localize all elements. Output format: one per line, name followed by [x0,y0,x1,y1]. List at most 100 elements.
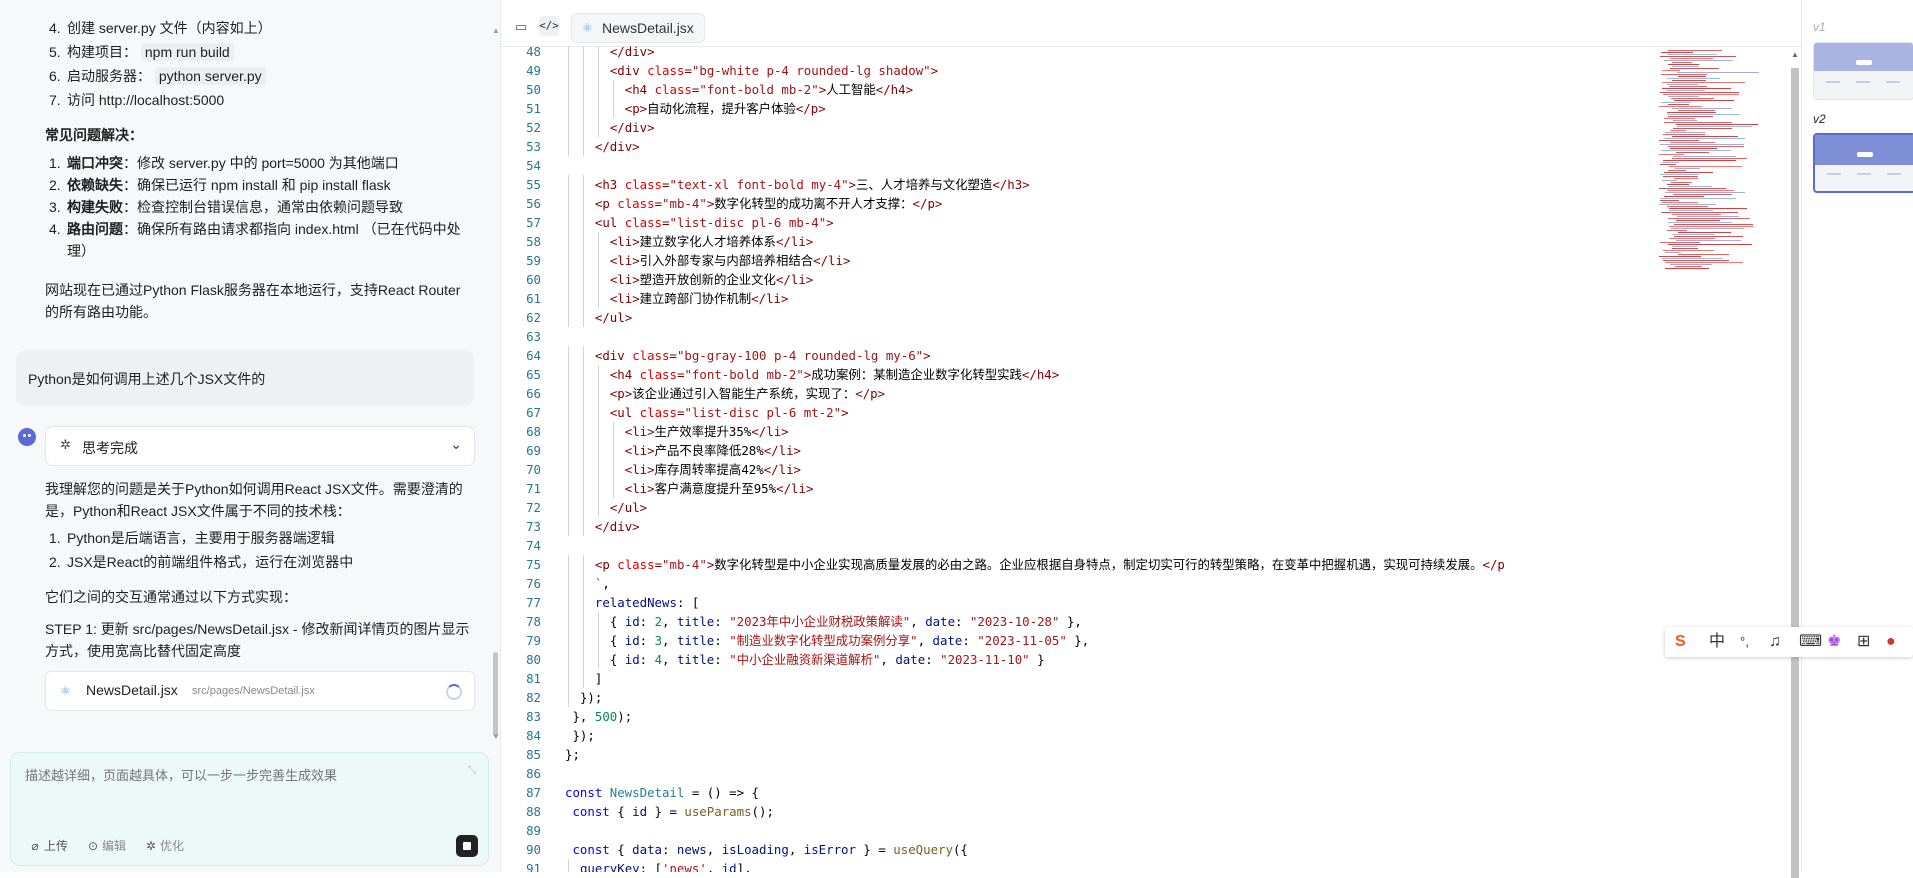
code-line[interactable]: 53 </div> [501,137,640,156]
code-line[interactable]: 50 <h4 class="font-bold mb-2">人工智能</h4> [501,80,913,99]
code-token: </div> [609,120,655,135]
code-line[interactable]: 52 </div> [501,118,655,137]
code-line[interactable]: 86 [501,764,565,783]
scrollbar-thumb[interactable] [1791,68,1799,878]
indent-guide [582,422,584,441]
chevron-down-icon[interactable]: ⌄ [450,436,462,453]
code-token: = [654,557,663,572]
code-area[interactable]: 48 </div> 49 <div class="bg-white p-4 round… [501,46,1801,872]
code-token: { [609,614,625,629]
code-line[interactable]: 57 <ul class="list-disc pl-6 mb-4"> [501,213,834,232]
code-line[interactable]: 84 }); [501,726,595,745]
code-line[interactable]: 49 <div class="bg-white p-4 rounded-lg sh… [501,61,938,80]
scroll-down-icon[interactable]: ▼ [492,732,500,741]
code-line[interactable]: 85}; [501,745,580,764]
code-line[interactable]: 80 { id: 4, title: "中小企业融资新渠道解析", date: "… [501,650,1045,669]
faq-heading: 常见问题解决： [45,127,143,143]
code-line[interactable]: 73 </div> [501,517,640,536]
code-line[interactable]: 89 [501,821,565,840]
code-line[interactable]: 88 const { id } = useParams(); [501,802,774,821]
code-line[interactable]: 76 `, [501,574,610,593]
code-line[interactable]: 77 relatedNews: [ [501,593,699,612]
ime-language-toggle[interactable]: 中 [1709,633,1725,651]
code-line[interactable]: 54 [501,156,565,175]
code-line[interactable]: 59 <li>引入外部专家与内部培养相结合</li> [501,251,850,270]
code-line[interactable]: 71 <li>客户满意度提升至95%</li> [501,479,813,498]
stop-icon [463,842,471,850]
minimap-line [1670,148,1717,149]
code-toggle-icon[interactable]: </> [539,16,559,36]
minimap-line [1668,244,1752,245]
toolbox-icon[interactable]: ⊞ [1857,633,1870,651]
upload-button[interactable]: ⌀ 上传 [29,837,68,854]
version-thumbnail-v2[interactable] [1813,133,1913,193]
indent-guide [597,422,599,441]
code-line[interactable]: 61 <li>建立跨部门协作机制</li> [501,289,788,308]
editor-scrollbar[interactable]: ▲ [1790,50,1799,878]
code-line[interactable]: 68 <li>生产效率提升35%</li> [501,422,789,441]
code-token: <p> [624,101,648,116]
code-token: = [684,63,692,78]
code-line[interactable]: 74 [501,536,565,555]
scrollbar-thumb[interactable] [493,652,498,737]
code-line[interactable]: 82}); [501,688,602,707]
code-token: 500 [594,709,618,724]
code-line[interactable]: 87 const NewsDetail = () => { [501,783,759,802]
code-line[interactable]: 67 <ul class="list-disc pl-6 mt-2"> [501,403,849,422]
code-line[interactable]: 58 <li>建立数字化人才培养体系</li> [501,232,813,251]
code-line[interactable]: 72 </ul> [501,498,647,517]
code-line[interactable]: 90 const { data: news, isLoading, isError… [501,840,968,859]
indent-guide [568,80,569,99]
minimap-line [1673,128,1732,129]
code-line[interactable]: 62 </ul> [501,308,632,327]
minimap-line [1661,150,1731,151]
code-line[interactable]: 66 <p>该企业通过引入智能生产系统，实现了：</p> [501,384,885,403]
code-line[interactable]: 56 <p class="mb-4">数字化转型的成功离不开人才支撑：</p> [501,194,942,213]
microphone-icon[interactable]: ♫ [1769,633,1781,651]
edit-button[interactable]: ⊙ 编辑 [87,837,126,854]
tab-newsdetail[interactable]: ⚛ NewsDetail.jsx [571,13,705,43]
code-line[interactable]: 65 <h4 class="font-bold mb-2">成功案例：某制造企业数… [501,365,1059,384]
code-text: </ul> [565,310,632,325]
file-card[interactable]: ⚛ NewsDetail.jsx src/pages/NewsDetail.js… [45,671,475,711]
mascot-icon[interactable]: ● [1886,633,1896,651]
stop-button[interactable] [456,835,478,857]
version-thumbnail-v1[interactable] [1813,42,1913,100]
expand-icon[interactable]: ⤡ [468,765,476,776]
skin-icon[interactable]: ♚ [1827,633,1841,651]
code-line[interactable]: 78 { id: 2, title: "2023年中小企业财税政策解读", dat… [501,612,1082,631]
keyboard-icon[interactable]: ⌨ [1799,633,1822,651]
code-line[interactable]: 70 <li>库存周转率提高42%</li> [501,460,801,479]
list-item: 2. 依赖缺失：确保已运行 npm install 和 pip install f… [49,177,391,193]
code-line[interactable]: 91 queryKey: ['news', id], [501,859,752,872]
code-line[interactable]: 63 [501,327,565,346]
minimap[interactable] [1659,50,1774,270]
code-line[interactable]: 55 <h3 class="text-xl font-bold my-4">三、人… [501,175,1030,194]
chat-scrollbar[interactable]: ▲ ▼ [491,12,500,741]
scroll-up-icon[interactable]: ▲ [492,26,500,35]
chat-messages[interactable]: 4. 创建 server.py 文件（内容如上） 5. 构建项目： npm run … [0,0,490,740]
minimap-line [1669,208,1747,209]
scroll-up-icon[interactable]: ▲ [1791,50,1799,59]
thinking-toggle[interactable]: ✲ 思考完成 ⌄ [45,426,475,466]
optimize-button[interactable]: ✲ 优化 [145,837,184,854]
punctuation-icon[interactable]: °, [1740,633,1749,651]
sogou-logo-icon[interactable]: S [1675,633,1686,651]
avatar-eye [28,434,31,437]
code-line[interactable]: 83}, 500); [501,707,632,726]
code-line[interactable]: 75 <p class="mb-4">数字化转型是中小企业实现高质量发展的必由之路… [501,555,1505,574]
indent-guide [582,194,584,213]
code-text: </div> [565,519,640,534]
code-token: date [932,633,963,648]
code-token: <li> [624,424,655,439]
prompt-input[interactable] [23,763,467,807]
code-line[interactable]: 60 <li>塑造开放创新的企业文化</li> [501,270,813,289]
code-line[interactable]: 81] [501,669,602,688]
code-token: </div> [594,139,640,154]
code-line[interactable]: 64 <div class="bg-gray-100 p-4 rounded-lg… [501,346,931,365]
code-line[interactable]: 48 </div> [501,46,655,61]
preview-toggle-icon[interactable]: ▭ [515,19,531,35]
code-line[interactable]: 69 <li>产品不良率降低28%</li> [501,441,801,460]
code-line[interactable]: 51 <p>自动化流程，提升客户体验</p> [501,99,826,118]
code-line[interactable]: 79 { id: 3, title: "制造业数字化转型成功案例分享", date… [501,631,1089,650]
